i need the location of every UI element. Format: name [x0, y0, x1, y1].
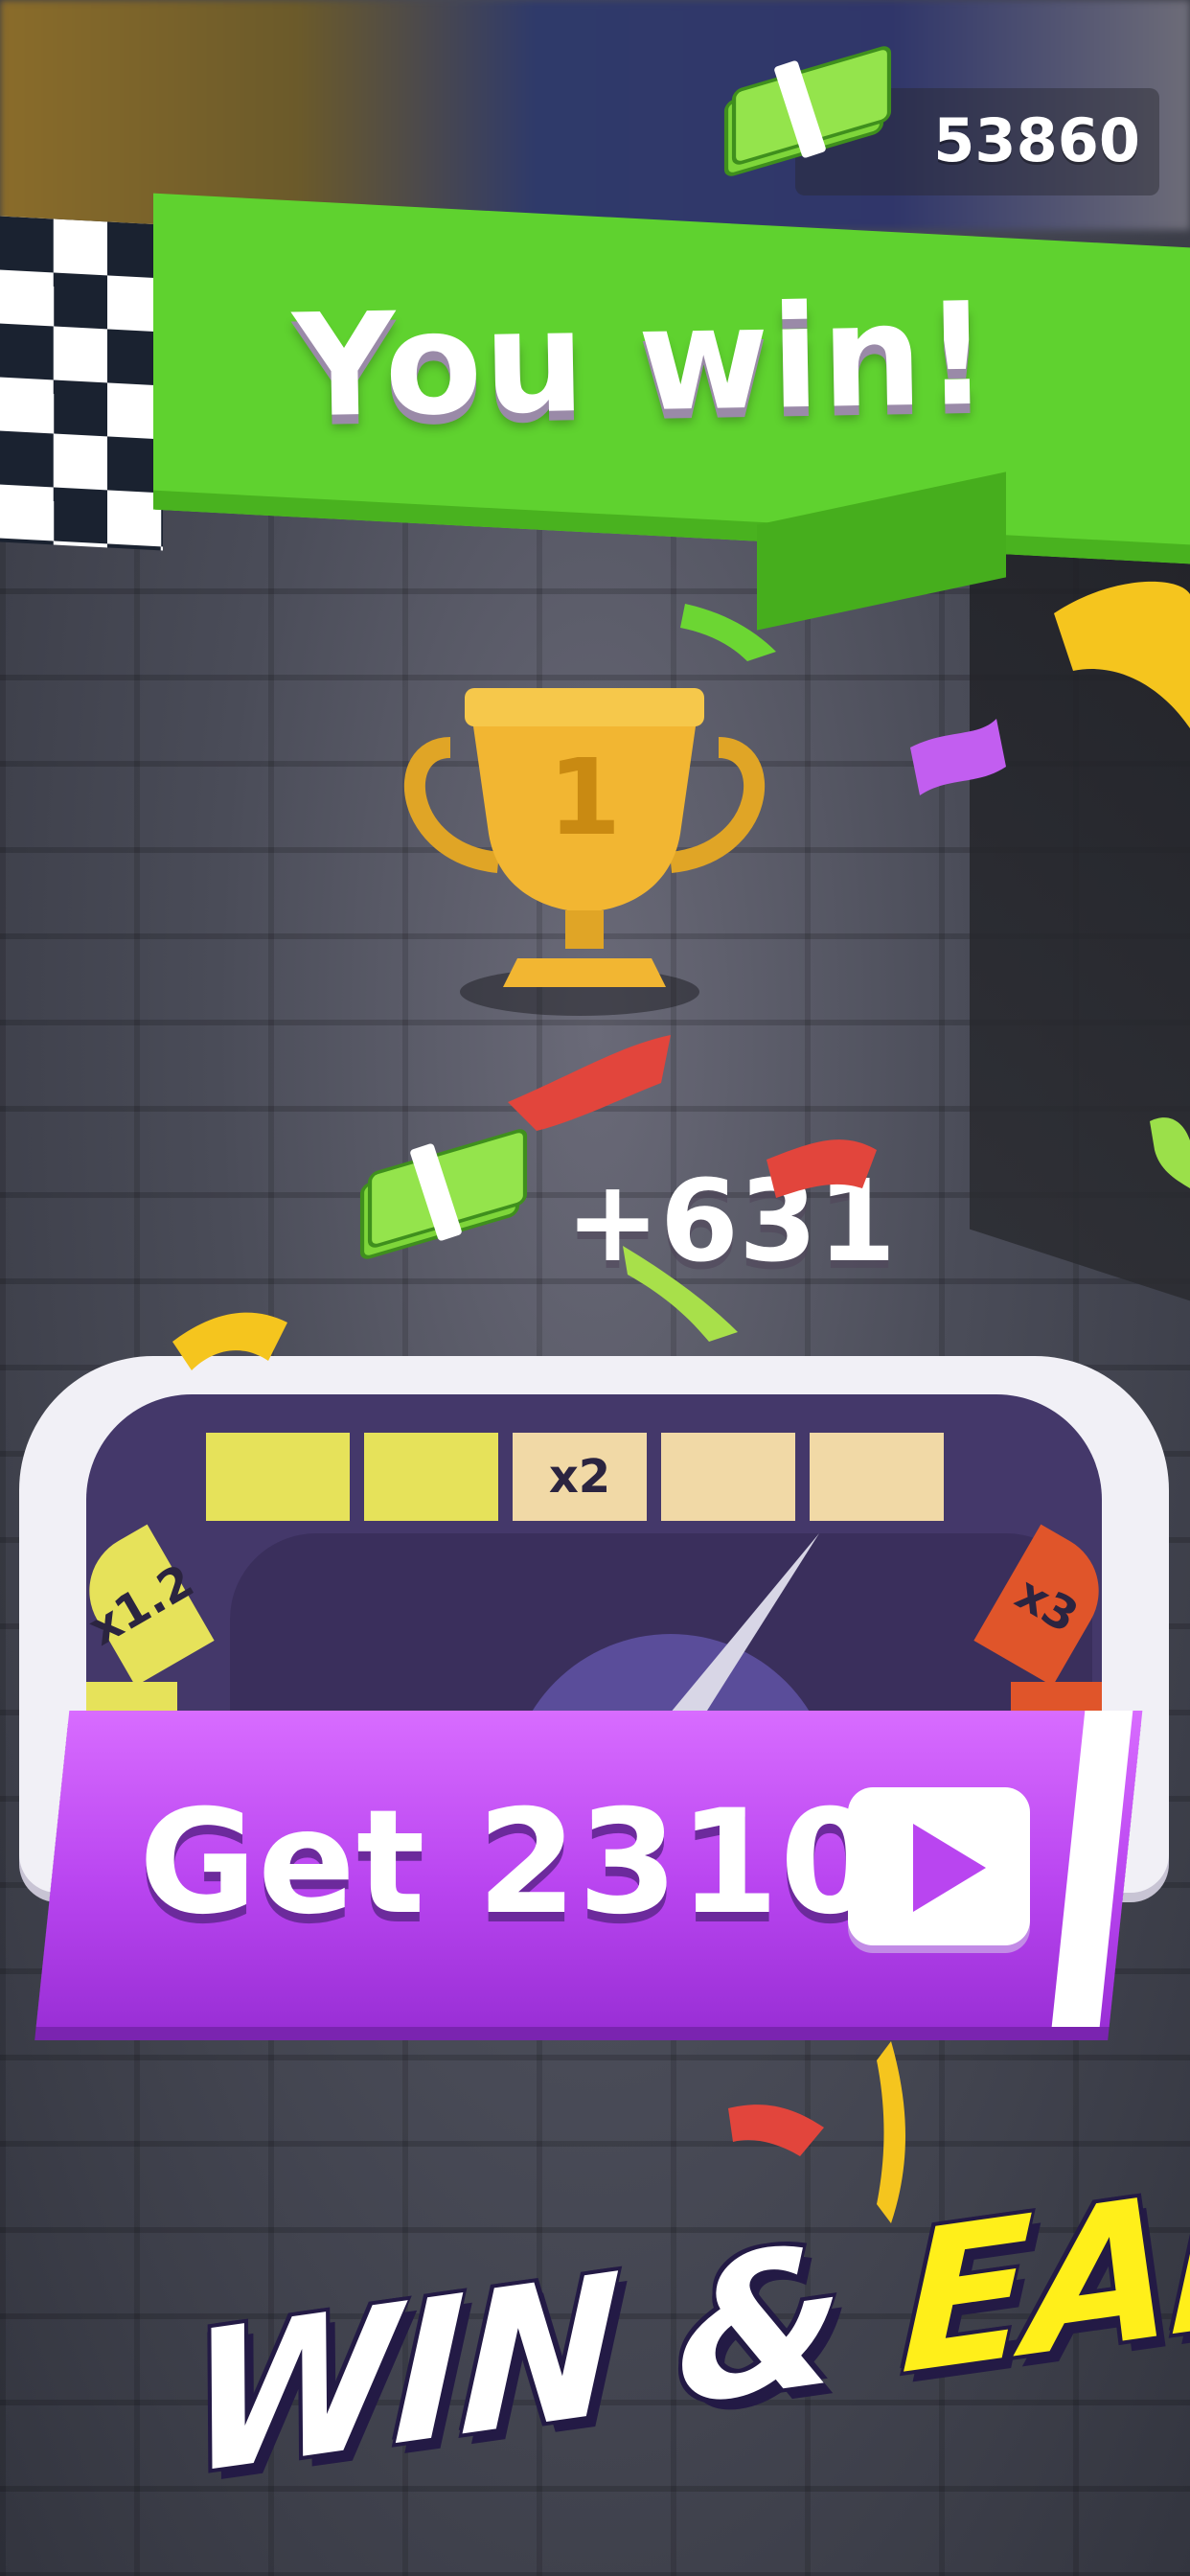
- get-reward-button[interactable]: Get 2310: [24, 1711, 1143, 2027]
- get-reward-label: Get 2310: [139, 1780, 881, 1946]
- reward-gain: +631: [565, 1155, 897, 1287]
- reward-cash-icon: [359, 1126, 528, 1262]
- multiplier-segment: [661, 1433, 795, 1521]
- play-icon: [848, 1787, 1030, 1945]
- win-title: You win!: [291, 271, 993, 449]
- cash-total: 53860: [933, 105, 1140, 175]
- multiplier-segment: [206, 1433, 350, 1521]
- multiplier-segment: [364, 1433, 498, 1521]
- side-wall: [970, 462, 1190, 1301]
- multiplier-segment: [810, 1433, 944, 1521]
- trophy-place: 1: [548, 736, 622, 859]
- cash-stack-icon: [723, 43, 892, 179]
- multiplier-segment-x2: x2: [513, 1433, 647, 1521]
- trophy-icon: 1: [403, 688, 766, 987]
- checkered-flag: [0, 216, 163, 551]
- multiplier-segment-x1-2: x1.2: [68, 1524, 215, 1687]
